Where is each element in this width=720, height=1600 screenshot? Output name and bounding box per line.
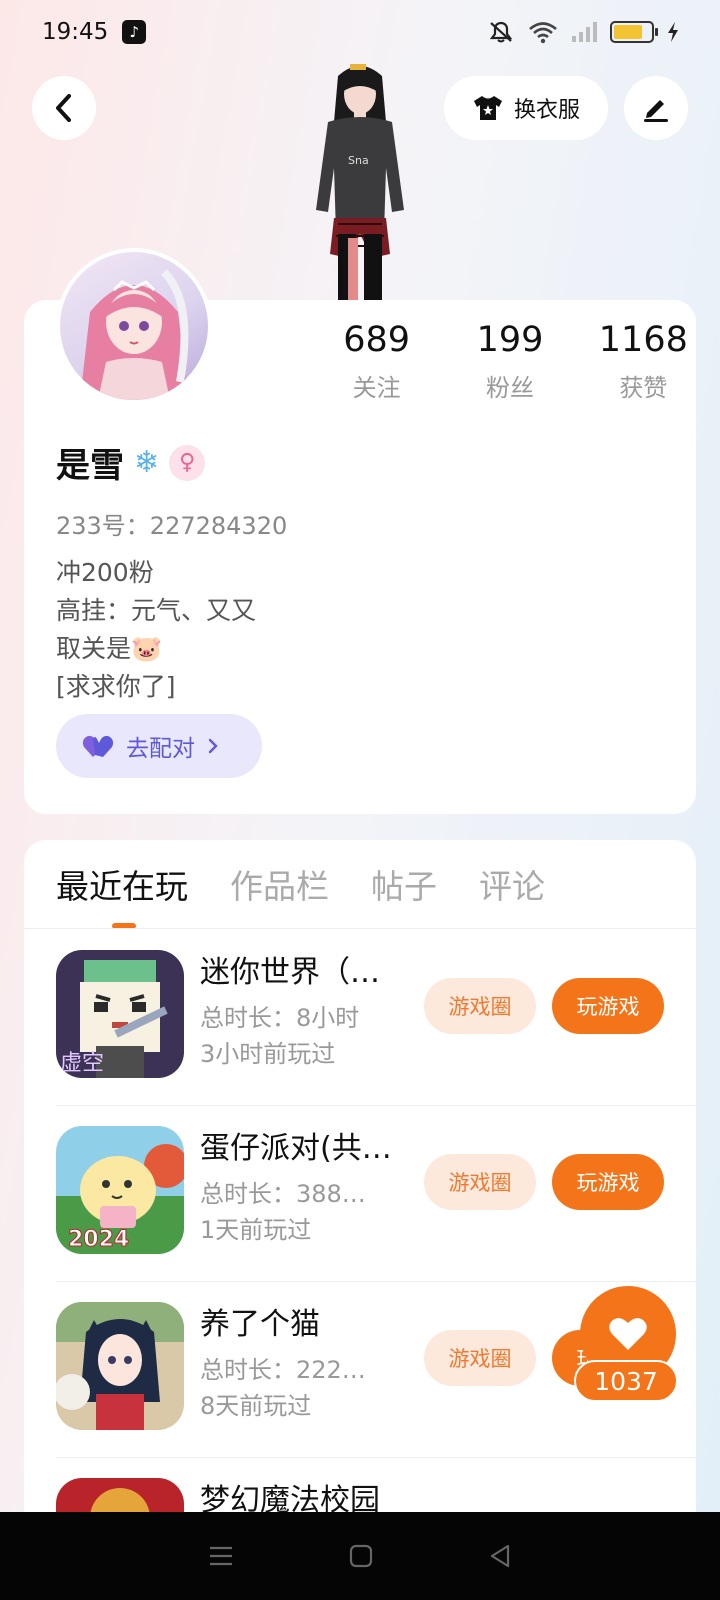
mute-icon xyxy=(489,21,513,43)
menu-icon[interactable] xyxy=(207,1544,235,1568)
chevron-right-icon xyxy=(208,738,218,754)
hearts-icon xyxy=(82,735,114,757)
game-duration: 总时长：222… xyxy=(200,1356,366,1384)
tab-comments[interactable]: 评论 xyxy=(479,860,545,908)
match-label: 去配对 xyxy=(126,736,195,762)
avatar-3d-figure[interactable]: Sna xyxy=(298,58,422,302)
followers-count: 199 xyxy=(476,320,544,360)
change-outfit-label: 换衣服 xyxy=(513,98,580,123)
game-duration: 总时长：8小时 xyxy=(200,1004,360,1032)
game-row[interactable]: 虚空 迷你世界（… 总时长：8小时 3小时前玩过 游戏圈 玩游戏 xyxy=(24,930,696,1106)
followers-stat[interactable]: 199 粉丝 xyxy=(443,318,576,403)
game-circle-button[interactable]: 游戏圈 xyxy=(424,1154,536,1210)
game-last-played: 8天前玩过 xyxy=(200,1392,312,1420)
female-icon: ♀ xyxy=(169,444,206,481)
likes-received-count: 1168 xyxy=(598,320,688,360)
likes-received-label: 获赞 xyxy=(619,374,668,402)
followers-label: 粉丝 xyxy=(485,374,534,402)
following-count: 689 xyxy=(343,320,411,360)
play-game-button[interactable]: 玩游戏 xyxy=(552,1154,664,1210)
tab-recently-played[interactable]: 最近在玩 xyxy=(56,860,188,908)
play-game-button[interactable]: 玩游戏 xyxy=(552,978,664,1034)
match-button[interactable]: 去配对 xyxy=(56,714,262,778)
signal-icon xyxy=(572,22,597,42)
tiktok-icon: ♪ xyxy=(122,20,147,44)
following-label: 关注 xyxy=(352,374,401,402)
game-icon[interactable] xyxy=(56,1302,184,1430)
like-count: 1037 xyxy=(574,1360,678,1402)
game-title: 蛋仔派对(共… xyxy=(200,1131,392,1166)
snowflake-icon: ❄ xyxy=(134,445,160,480)
svg-text:Sna: Sna xyxy=(348,154,369,167)
tab-bar: 最近在玩 作品栏 帖子 评论 xyxy=(56,860,545,908)
profile-stats: 689 关注 199 粉丝 1168 获赞 xyxy=(310,318,710,403)
game-row[interactable]: 2024 蛋仔派对(共… 总时长：388… 1天前玩过 游戏圈 玩游戏 xyxy=(24,1106,696,1282)
edit-profile-button[interactable] xyxy=(624,76,688,140)
pen-icon xyxy=(644,100,668,122)
game-circle-button[interactable]: 游戏圈 xyxy=(424,978,536,1034)
bio: 冲200粉 高挂：元气、又又 取关是🐷 [求求你了] xyxy=(56,554,256,706)
game-icon[interactable]: 2024 xyxy=(56,1126,184,1254)
avatar[interactable] xyxy=(56,248,212,404)
like-button[interactable]: 1037 xyxy=(574,1286,678,1402)
charging-icon xyxy=(668,22,678,42)
battery-icon xyxy=(610,21,658,43)
wifi-icon xyxy=(529,22,557,44)
following-stat[interactable]: 689 关注 xyxy=(310,318,443,403)
game-icon-year-text: 2024 xyxy=(68,1227,129,1252)
user-id: 233号：227284320 xyxy=(56,512,288,540)
bio-line: 取关是🐷 xyxy=(56,634,163,663)
game-title: 迷你世界（… xyxy=(200,955,380,990)
bio-line: [求求你了] xyxy=(56,672,176,701)
game-last-played: 3小时前玩过 xyxy=(200,1040,336,1068)
game-last-played: 1天前玩过 xyxy=(200,1216,312,1244)
change-outfit-button[interactable]: 换衣服 xyxy=(444,76,608,140)
tshirt-icon xyxy=(473,96,502,120)
game-icon-tag-text: 虚空 xyxy=(60,1051,104,1076)
status-bar: 19:45 ♪ xyxy=(0,0,720,64)
game-duration: 总时长：388… xyxy=(200,1180,366,1208)
back-nav-icon[interactable] xyxy=(487,1543,513,1569)
likes-stat[interactable]: 1168 获赞 xyxy=(577,318,710,403)
bio-line: 高挂：元气、又又 xyxy=(56,596,257,625)
divider xyxy=(24,928,696,929)
game-circle-button[interactable]: 游戏圈 xyxy=(424,1330,536,1386)
game-icon[interactable]: 虚空 xyxy=(56,950,184,1078)
status-time: 19:45 xyxy=(42,19,109,45)
system-nav-bar xyxy=(0,1512,720,1600)
home-icon[interactable] xyxy=(348,1543,374,1569)
bio-line: 冲200粉 xyxy=(56,558,154,587)
game-title: 养了个猫 xyxy=(200,1307,320,1342)
heart-icon xyxy=(609,1318,647,1350)
tab-posts[interactable]: 帖子 xyxy=(371,860,437,908)
username-row: 是雪 ❄ ♀ xyxy=(56,438,206,487)
tab-works[interactable]: 作品栏 xyxy=(230,860,329,908)
chevron-left-icon xyxy=(56,94,71,122)
username: 是雪 xyxy=(56,446,124,486)
content-card: 最近在玩 作品栏 帖子 评论 虚空 迷你世界（… 总时长：8小时 3小时前玩过 … xyxy=(24,840,696,1600)
back-button[interactable] xyxy=(32,76,96,140)
